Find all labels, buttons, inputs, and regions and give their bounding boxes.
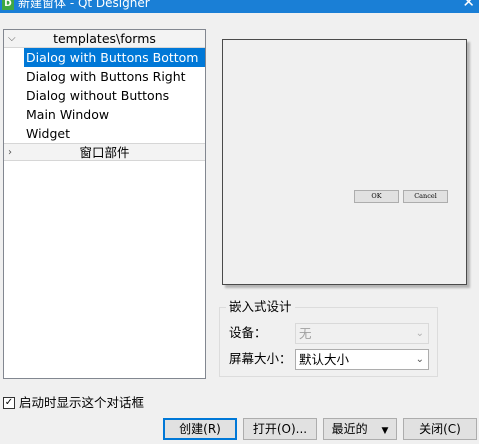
window-title: 新建窗体 - Qt Designer	[18, 0, 150, 10]
template-item-widget[interactable]: Widget	[4, 124, 205, 143]
create-button[interactable]: 创建(R)	[163, 418, 237, 440]
open-button-label: 打开(O)...	[252, 422, 308, 436]
create-button-label: 创建(R)	[179, 422, 221, 436]
title-bar: D 新建窗体 - Qt Designer ✕	[0, 0, 479, 13]
template-item-dialog-without-buttons[interactable]: Dialog without Buttons	[4, 86, 205, 105]
screen-size-value: 默认大小	[299, 352, 350, 367]
template-item-dialog-buttons-bottom[interactable]: Dialog with Buttons Bottom	[24, 48, 205, 67]
qt-designer-app-icon: D	[2, 0, 14, 10]
open-button[interactable]: 打开(O)...	[243, 418, 317, 440]
recent-button[interactable]: 最近的 ▼	[323, 418, 397, 440]
preview-cancel-button: Cancel	[403, 190, 448, 203]
device-value: 无	[299, 326, 312, 341]
template-tree[interactable]: ⌵ templates\forms Dialog with Buttons Bo…	[3, 29, 206, 379]
recent-button-label: 最近的	[331, 422, 368, 436]
template-item-main-window[interactable]: Main Window	[4, 105, 205, 124]
screen-size-label: 屏幕大小：	[229, 351, 292, 366]
close-window-icon[interactable]: ✕	[462, 0, 475, 10]
category-templates-forms[interactable]: ⌵ templates\forms	[4, 30, 205, 48]
group-title: 嵌入式设计	[226, 299, 295, 315]
device-combobox: 无 ⌄	[295, 323, 429, 344]
show-on-startup-checkbox[interactable]: ✓	[3, 397, 15, 409]
device-label: 设备：	[229, 325, 267, 340]
chevron-right-icon[interactable]: ›	[8, 144, 12, 161]
preview-ok-button: OK	[354, 190, 399, 203]
close-button-label: 关闭(C)	[419, 422, 461, 436]
dropdown-arrow-icon[interactable]: ▼	[381, 421, 388, 441]
show-on-startup-label[interactable]: 启动时显示这个对话框	[19, 395, 144, 411]
template-preview: OK Cancel	[222, 39, 467, 285]
chevron-down-icon[interactable]: ⌄	[416, 350, 424, 369]
category-label: templates\forms	[53, 31, 156, 46]
screen-size-combobox[interactable]: 默认大小 ⌄	[295, 349, 429, 370]
chevron-down-icon: ⌄	[415, 328, 424, 339]
category-label: 窗口部件	[79, 145, 130, 160]
chevron-down-icon[interactable]: ⌵	[8, 30, 16, 47]
template-item-dialog-buttons-right[interactable]: Dialog with Buttons Right	[4, 67, 205, 86]
close-button[interactable]: 关闭(C)	[403, 418, 477, 440]
category-widgets[interactable]: › 窗口部件	[4, 143, 205, 161]
embedded-design-group: 嵌入式设计 设备： 无 ⌄ 屏幕大小： 默认大小 ⌄	[219, 299, 438, 377]
